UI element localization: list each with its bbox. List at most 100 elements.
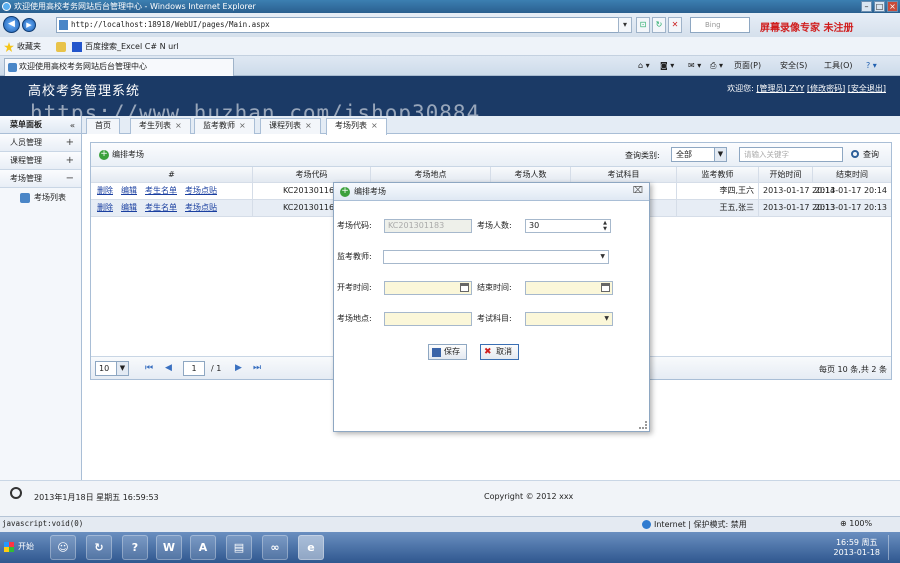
room-notice-link[interactable]: 考场点贴	[185, 203, 217, 212]
sidebar-group-rooms[interactable]: 考场管理 −	[0, 170, 81, 188]
delete-link[interactable]: 删除	[97, 203, 113, 212]
page-number-input[interactable]: 1	[183, 361, 205, 376]
place-field[interactable]	[384, 312, 472, 326]
window-close-button[interactable]: ×	[887, 1, 898, 12]
keyword-input[interactable]: 请输入关键字	[739, 147, 843, 162]
help-app-icon[interactable]: ?	[122, 535, 148, 560]
col-header-place[interactable]: 考场地点	[371, 167, 491, 182]
chevron-down-icon: ▼	[116, 362, 128, 375]
tab-close-icon[interactable]: ×	[175, 121, 182, 130]
tab-students[interactable]: 考生列表 ×	[130, 118, 191, 134]
tools-menu[interactable]: 工具(O)	[824, 60, 853, 72]
home-icon[interactable]: ⌂ ▾	[638, 60, 650, 72]
page-menu[interactable]: 页面(P)	[734, 60, 761, 72]
word-icon[interactable]: W	[156, 535, 182, 560]
tab-courses[interactable]: 课程列表 ×	[260, 118, 321, 134]
code-label: 考场代码:	[337, 221, 372, 230]
tab-rooms[interactable]: 考场列表 ×	[326, 118, 387, 135]
access-icon[interactable]: A	[190, 535, 216, 560]
edit-link[interactable]: 编辑	[121, 203, 137, 212]
browser-tab[interactable]: 欢迎使用高校考务网站后台管理中心	[4, 58, 234, 76]
change-password-link[interactable]: [修改密码]	[807, 84, 845, 93]
resize-grip[interactable]	[639, 421, 647, 429]
end-time-field[interactable]	[525, 281, 613, 295]
col-header-code[interactable]: 考场代码	[253, 167, 371, 182]
col-header-teacher[interactable]: 监考教师	[677, 167, 759, 182]
compat-view-icon[interactable]: ⊡	[636, 17, 650, 33]
col-header-count[interactable]: 考场人数	[491, 167, 571, 182]
back-button[interactable]: ◀	[3, 16, 20, 33]
delete-link[interactable]: 删除	[97, 186, 113, 195]
tab-close-icon[interactable]: ×	[239, 121, 246, 130]
user-link[interactable]: [管理员] ZYY	[756, 84, 804, 93]
save-button[interactable]: 保存	[428, 344, 467, 360]
edit-link[interactable]: 编辑	[121, 186, 137, 195]
col-header-start[interactable]: 开始时间	[759, 167, 813, 182]
visual-studio-icon[interactable]: ∞	[262, 535, 288, 560]
show-desktop-button[interactable]	[888, 535, 900, 560]
close-icon[interactable]: ⌧	[633, 183, 643, 200]
favorites-button[interactable]: 收藏夹	[4, 40, 41, 53]
start-time-field[interactable]	[384, 281, 472, 295]
tab-close-icon[interactable]: ×	[305, 121, 312, 130]
help-icon[interactable]: ? ▾	[866, 60, 877, 72]
mail-icon[interactable]: ✉ ▾	[688, 60, 701, 72]
teacher-select[interactable]: ▼	[383, 250, 609, 264]
query-button[interactable]: 查询	[851, 149, 879, 161]
favorites-label: 收藏夹	[17, 42, 41, 51]
internet-explorer-icon[interactable]: e	[298, 535, 324, 560]
refresh-app-icon[interactable]: ↻	[86, 535, 112, 560]
query-type-select[interactable]: 全部 ▼	[671, 147, 727, 162]
first-page-icon[interactable]: ⏮	[145, 362, 153, 374]
fav-item-baidu[interactable]: 百度搜索_Excel C# N url	[72, 40, 179, 53]
sidebar-group-people[interactable]: 人员管理 +	[0, 134, 81, 152]
address-dropdown-icon[interactable]: ▾	[618, 17, 632, 33]
zoom-control[interactable]: ⊕ 100%	[840, 519, 872, 528]
page-size-select[interactable]: 10 ▼	[95, 361, 129, 376]
tab-close-icon[interactable]: ×	[371, 121, 378, 130]
forward-button[interactable]: ▶	[22, 18, 36, 32]
sidebar-group-courses[interactable]: 课程管理 +	[0, 152, 81, 170]
arrange-room-button[interactable]: + 编排考场	[99, 149, 144, 161]
folder-icon[interactable]: ▤	[226, 535, 252, 560]
address-bar[interactable]: http://localhost:18918/WebUI/pages/Main.…	[56, 17, 630, 33]
start-button[interactable]: 开始	[2, 537, 36, 557]
student-list-link[interactable]: 考生名单	[145, 186, 177, 195]
tab-teachers[interactable]: 监考教师 ×	[194, 118, 255, 134]
people-icon	[20, 193, 30, 203]
current-datetime: 2013年1月18日 星期五 16:59:53	[34, 493, 159, 502]
count-stepper[interactable]: 30 ▲ ▼	[525, 219, 611, 233]
calendar-icon[interactable]	[460, 283, 469, 292]
student-list-link[interactable]: 考生名单	[145, 203, 177, 212]
last-page-icon[interactable]: ⏭	[253, 362, 261, 374]
maximize-button[interactable]: □	[874, 1, 885, 12]
feeds-icon[interactable]: ◙ ▾	[660, 60, 674, 72]
tab-label: 监考教师	[203, 121, 235, 130]
safety-menu[interactable]: 安全(S)	[780, 60, 807, 72]
col-header-subject[interactable]: 考试科目	[571, 167, 677, 182]
security-zone[interactable]: Internet | 保护模式: 禁用	[642, 519, 747, 530]
sidebar-item-room-list[interactable]: 考场列表	[0, 188, 81, 208]
refresh-icon[interactable]: ↻	[652, 17, 666, 33]
tab-home[interactable]: 首页	[86, 118, 120, 134]
cell-teacher: 李四,王六	[677, 183, 759, 199]
welcome-bar: 欢迎您: [管理员] ZYY [修改密码] [安全退出]	[727, 83, 886, 94]
minimize-button[interactable]: –	[861, 1, 872, 12]
zoom-value: 100%	[849, 519, 873, 528]
stop-icon[interactable]: ✕	[668, 17, 682, 33]
prev-page-icon[interactable]: ◀	[165, 362, 172, 374]
tray-clock[interactable]: 16:59 周五 2013-01-18	[834, 538, 881, 558]
next-page-icon[interactable]: ▶	[235, 362, 242, 374]
spinner-icon[interactable]: ▲ ▼	[600, 220, 610, 232]
subject-select[interactable]: ▼	[525, 312, 613, 326]
collapse-icon[interactable]: «	[70, 117, 75, 134]
room-notice-link[interactable]: 考场点贴	[185, 186, 217, 195]
col-header-end[interactable]: 结束时间	[813, 167, 891, 182]
users-app-icon[interactable]: ☺	[50, 535, 76, 560]
cancel-button[interactable]: ✖ 取消	[480, 344, 519, 360]
print-icon[interactable]: ⎙ ▾	[710, 60, 723, 72]
search-input[interactable]: Bing	[690, 17, 750, 33]
logout-link[interactable]: [安全退出]	[848, 84, 886, 93]
calendar-icon[interactable]	[601, 283, 610, 292]
clock-icon	[10, 487, 22, 499]
